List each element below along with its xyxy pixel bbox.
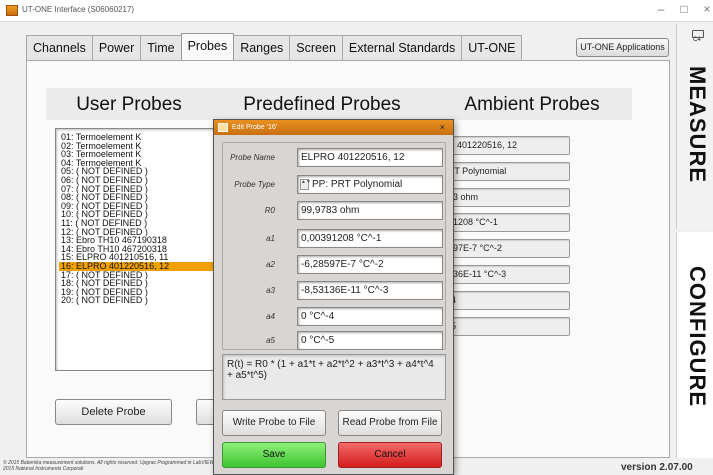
tab-external-standards[interactable]: External Standards	[341, 35, 463, 60]
user-probes-header: User Probes	[46, 88, 212, 120]
list-item[interactable]: 15: ELPRO 401210516, 11	[59, 253, 223, 262]
maximize-button[interactable]: □	[675, 2, 693, 16]
minimize-button[interactable]: –	[652, 2, 670, 16]
a4-input[interactable]: 0 °C^-4	[297, 307, 443, 326]
list-item[interactable]: 07: ( NOT DEFINED )	[59, 185, 223, 194]
title-bar: UT-ONE Interface (S06060217) – □ ×	[0, 0, 713, 22]
a5-label: a5	[266, 336, 275, 345]
list-item[interactable]: 11: ( NOT DEFINED )	[59, 219, 223, 228]
list-item[interactable]: 19: ( NOT DEFINED )	[59, 288, 223, 297]
ambient-field: D 401220516, 12	[444, 136, 570, 155]
ambient-field: 136E-11 °C^-3	[444, 265, 570, 284]
tab-ut-one[interactable]: UT-ONE	[461, 35, 523, 60]
ambient-field: -5	[444, 317, 570, 336]
configure-label: CONFIGURE	[685, 266, 710, 407]
tab-ranges[interactable]: Ranges	[233, 35, 291, 60]
measure-label: MEASURE	[685, 66, 710, 184]
close-window-button[interactable]: ×	[698, 2, 713, 16]
read-probe-from-file-button[interactable]: Read Probe from File	[338, 410, 442, 436]
ambient-field: 597E-7 °C^-2	[444, 239, 570, 258]
a2-label: a2	[266, 260, 275, 269]
tab-time[interactable]: Time	[140, 35, 182, 60]
dialog-title-bar: Edit Probe '16' ×	[214, 120, 453, 135]
list-item[interactable]: 18: ( NOT DEFINED )	[59, 279, 223, 288]
write-probe-to-file-button[interactable]: Write Probe to File	[222, 410, 326, 436]
ambient-field: -4	[444, 291, 570, 310]
list-item[interactable]: 20: ( NOT DEFINED )	[59, 296, 223, 305]
list-item[interactable]: 10: ( NOT DEFINED )	[59, 210, 223, 219]
a1-label: a1	[266, 234, 275, 243]
spinner-icon[interactable]: ▲▼	[300, 179, 311, 190]
version-label: version 2.07.00	[621, 462, 693, 473]
list-item[interactable]: 06: ( NOT DEFINED )	[59, 176, 223, 185]
probe-parameters-group: Probe Name ELPRO 401220516, 12 Probe Typ…	[222, 142, 446, 350]
formula-display: R(t) = R0 * (1 + a1*t + a2*t^2 + a3*t^3 …	[222, 354, 446, 400]
list-item[interactable]: 05: ( NOT DEFINED )	[59, 167, 223, 176]
tab-channels[interactable]: Channels	[26, 35, 93, 60]
tab-power[interactable]: Power	[91, 35, 142, 60]
edit-probe-dialog: Edit Probe '16' × Probe Name ELPRO 40122…	[213, 119, 454, 475]
list-item[interactable]: 02: Termoelement K	[59, 142, 223, 151]
probe-name-label: Probe Name	[230, 153, 275, 162]
ambient-probes-header: Ambient Probes	[432, 88, 632, 120]
r0-input[interactable]: 99,9783 ohm	[297, 201, 443, 220]
a1-input[interactable]: 0,00391208 °C^-1	[297, 229, 443, 248]
a5-input[interactable]: 0 °C^-5	[297, 331, 443, 350]
r0-label: R0	[264, 206, 275, 215]
list-item[interactable]: 03: Termoelement K	[59, 150, 223, 159]
c4-icon[interactable]: C4	[688, 28, 706, 44]
list-item-selected[interactable]: 16: ELPRO 401220516, 12	[59, 261, 223, 271]
ambient-field: RT Polynomial	[444, 162, 570, 181]
a4-label: a4	[266, 312, 275, 321]
a3-label: a3	[266, 286, 275, 295]
probe-type-label: Probe Type	[234, 180, 275, 189]
dialog-app-icon	[218, 123, 228, 132]
save-button[interactable]: Save	[222, 442, 326, 468]
copyright-text: © 2015 Batemika measurement solutions. A…	[3, 460, 226, 472]
dialog-close-icon[interactable]: ×	[440, 120, 445, 135]
ambient-field: 83 ohm	[444, 188, 570, 207]
probe-name-input[interactable]: ELPRO 401220516, 12	[297, 148, 443, 167]
list-item[interactable]: 04: Termoelement K	[59, 159, 223, 168]
tab-probes[interactable]: Probes	[180, 33, 235, 60]
probe-type-value: PP: PRT Polynomial	[312, 179, 403, 190]
a3-input[interactable]: -8,53136E-11 °C^-3	[297, 281, 443, 300]
window-title: UT-ONE Interface (S06060217)	[22, 5, 135, 14]
tab-screen[interactable]: Screen	[289, 35, 343, 60]
list-item[interactable]: 13: Ebro TH10 467190318	[59, 236, 223, 245]
list-item[interactable]: 08: ( NOT DEFINED )	[59, 193, 223, 202]
list-item[interactable]: 14: Ebro TH10 467200318	[59, 245, 223, 254]
user-probe-list[interactable]: 01: Termoelement K 02: Termoelement K 03…	[55, 128, 224, 371]
ambient-field: 91208 °C^-1	[444, 213, 570, 232]
tab-bar: Channels Power Time Probes Ranges Screen…	[26, 33, 523, 61]
probe-type-select[interactable]: ▲▼ PP: PRT Polynomial	[297, 175, 443, 194]
dialog-title: Edit Probe '16'	[232, 124, 278, 131]
list-item[interactable]: 01: Termoelement K	[59, 133, 223, 142]
predefined-probes-header: Predefined Probes	[212, 88, 432, 120]
list-item[interactable]: 12: ( NOT DEFINED )	[59, 228, 223, 237]
app-icon	[6, 5, 18, 16]
a2-input[interactable]: -6,28597E-7 °C^-2	[297, 255, 443, 274]
list-item[interactable]: 17: ( NOT DEFINED )	[59, 271, 223, 280]
ut-one-applications-button[interactable]: UT-ONE Applications	[576, 38, 669, 57]
cancel-button[interactable]: Cancel	[338, 442, 442, 468]
delete-probe-button[interactable]: Delete Probe	[55, 399, 172, 425]
list-item[interactable]: 09: ( NOT DEFINED )	[59, 202, 223, 211]
